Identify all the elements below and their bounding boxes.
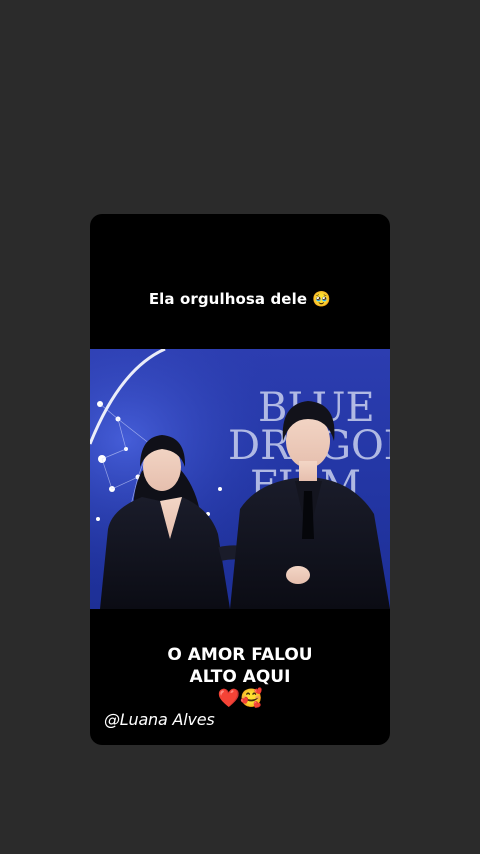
story-photo: BLUE DRAGON FILM <box>90 349 390 609</box>
caption-top: Ela orgulhosa dele 🥹 <box>148 290 332 308</box>
smiling-hearts-icon: 🥰 <box>240 688 263 709</box>
caption-bottom-line1: O AMOR FALOU <box>167 645 313 665</box>
caption-bottom-line2: ALTO AQUI <box>189 667 291 687</box>
story-card[interactable]: Ela orgulhosa dele 🥹 O AMOR FALOU ALTO A… <box>90 214 390 745</box>
story-screen: Ela orgulhosa dele 🥹 O AMOR FALOU ALTO A… <box>0 0 480 854</box>
emoji-line: ❤️🥰 <box>90 688 390 710</box>
caption-bottom: O AMOR FALOU ALTO AQUI <box>90 644 390 688</box>
watermark: @Luana Alves <box>104 710 215 729</box>
heart-icon: ❤️ <box>217 688 240 709</box>
